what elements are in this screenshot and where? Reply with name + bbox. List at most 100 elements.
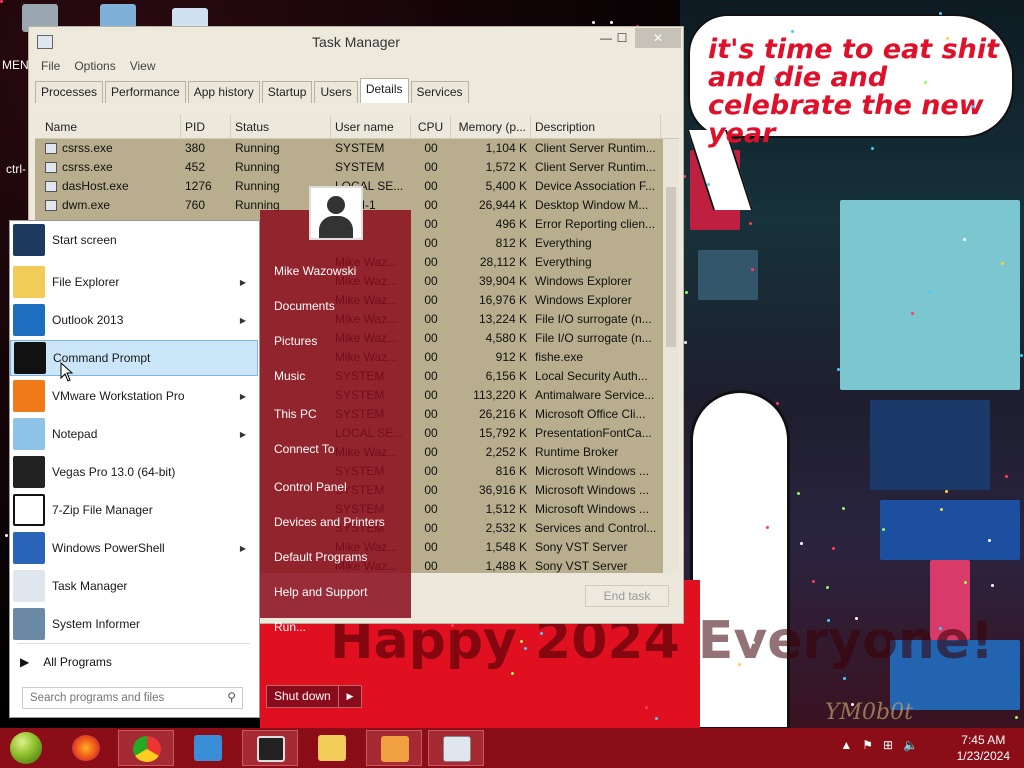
start-item-cmd[interactable]: Command Prompt (10, 340, 258, 376)
cell-description: Desktop Window M... (535, 198, 649, 212)
all-programs-button[interactable]: ▶ All Programs (20, 651, 112, 673)
link-help-support[interactable]: Help and Support (274, 585, 367, 599)
shutdown-options-arrow[interactable]: ▶ (339, 686, 361, 707)
menu-view[interactable]: View (123, 57, 163, 77)
col-description[interactable]: Description (531, 115, 661, 138)
tab-processes[interactable]: Processes (35, 81, 104, 103)
cell-cpu: 00 (424, 388, 438, 402)
cell-description: Microsoft Windows ... (535, 464, 650, 478)
cell-name: csrss.exe (35, 139, 181, 158)
shutdown-button[interactable]: Shut down (267, 686, 339, 707)
link-pictures[interactable]: Pictures (274, 334, 317, 348)
tab-services[interactable]: Services (410, 81, 469, 103)
link-devices-printers[interactable]: Devices and Printers (274, 515, 385, 529)
media-player-icon (194, 735, 222, 761)
folder-icon (13, 266, 45, 298)
vertical-scrollbar[interactable] (663, 139, 679, 573)
confetti-dot (737, 522, 741, 526)
start-item-start-screen[interactable]: Start screen (10, 222, 258, 258)
col-pid[interactable]: PID (181, 115, 231, 138)
billboard (880, 500, 1020, 560)
scrollbar-thumb[interactable] (666, 187, 676, 347)
link-control-panel[interactable]: Control Panel (274, 480, 347, 494)
start-item-system-informer[interactable]: System Informer (10, 606, 258, 642)
link-default-programs[interactable]: Default Programs (274, 550, 367, 564)
title-bar[interactable]: Task Manager — ☐ ✕ (29, 27, 683, 57)
tab-users[interactable]: Users (314, 81, 358, 103)
close-button[interactable]: ✕ (635, 28, 681, 48)
taskbar-media-player[interactable] (180, 730, 236, 766)
link-this-pc[interactable]: This PC (274, 407, 317, 421)
tab-performance[interactable]: Performance (105, 81, 186, 103)
user-name-link[interactable]: Mike Wazowski (274, 264, 356, 278)
tab-startup[interactable]: Startup (261, 81, 313, 103)
cell-cpu: 00 (424, 369, 438, 383)
confetti-dot (773, 77, 777, 81)
taskbar-vegas[interactable] (242, 730, 298, 766)
cell-cpu: 00 (424, 483, 438, 497)
submenu-arrow-icon[interactable]: ▶ (240, 316, 246, 325)
col-name[interactable]: Name (35, 115, 181, 138)
tab-app-history[interactable]: App history (187, 81, 260, 103)
col-user-name[interactable]: User name (331, 115, 411, 138)
link-documents[interactable]: Documents (274, 299, 335, 313)
table-row[interactable]: csrss.exe 380 Running SYSTEM 00 1,104 K Client… (35, 139, 679, 158)
powershell-icon (13, 532, 45, 564)
start-item-folder[interactable]: File Explorer ▶ (10, 264, 258, 300)
taskbar-task-manager[interactable] (428, 730, 484, 766)
cell-memory: 812 K (495, 236, 527, 250)
submenu-arrow-icon[interactable]: ▶ (240, 392, 246, 401)
all-programs-label: All Programs (43, 655, 112, 669)
col-status[interactable]: Status (231, 115, 331, 138)
start-item-7zip[interactable]: 7-Zip File Manager (10, 492, 258, 528)
confetti-dot (510, 671, 514, 675)
start-item-vegas[interactable]: Vegas Pro 13.0 (64-bit) (10, 454, 258, 490)
cell-cpu: 00 (424, 464, 438, 478)
maximize-button[interactable]: ☐ (607, 28, 637, 48)
link-run[interactable]: Run... (274, 620, 306, 634)
link-connect-to[interactable]: Connect To (274, 442, 335, 456)
start-menu-left-pane: Start screen File Explorer ▶ Outlook 2013 ▶ C… (9, 220, 260, 718)
start-item-label: File Explorer (52, 275, 120, 289)
taskbar-firefox[interactable] (58, 730, 114, 766)
billboard (698, 250, 758, 300)
clock[interactable]: 7:45 AM 1/23/2024 (957, 732, 1010, 764)
submenu-arrow-icon[interactable]: ▶ (240, 430, 246, 439)
show-hidden-icons-icon[interactable]: ▲ (840, 738, 852, 752)
start-search-input[interactable] (23, 688, 213, 708)
confetti-dot (827, 618, 831, 622)
avatar-head (327, 196, 345, 214)
start-search-box[interactable]: ⚲ (22, 687, 243, 709)
taskbar-chrome[interactable] (118, 730, 174, 766)
start-item-vmware[interactable]: VMware Workstation Pro ▶ (10, 378, 258, 414)
action-center-flag-icon[interactable]: ⚑ (862, 738, 873, 752)
table-row[interactable]: csrss.exe 452 Running SYSTEM 00 1,572 K Client… (35, 158, 679, 177)
col-memory[interactable]: Memory (p... (451, 115, 531, 138)
start-item-task-manager[interactable]: Task Manager (10, 568, 258, 604)
submenu-arrow-icon[interactable]: ▶ (240, 544, 246, 553)
cell-cpu: 00 (424, 331, 438, 345)
notepad-icon (13, 418, 45, 450)
link-music[interactable]: Music (274, 369, 305, 383)
taskbar-media-center[interactable] (366, 730, 422, 766)
taskbar-file-explorer[interactable] (304, 730, 360, 766)
start-item-outlook[interactable]: Outlook 2013 ▶ (10, 302, 258, 338)
menu-file[interactable]: File (34, 57, 67, 77)
submenu-arrow-icon[interactable]: ▶ (240, 278, 246, 287)
desktop-label-1: MEN (2, 58, 29, 72)
end-task-button[interactable]: End task (585, 585, 669, 607)
user-avatar[interactable] (309, 186, 363, 240)
start-item-label: 7-Zip File Manager (52, 503, 153, 517)
network-icon[interactable]: ⊞ (883, 738, 893, 752)
cell-status: Running (235, 160, 280, 174)
col-cpu[interactable]: CPU (411, 115, 451, 138)
cell-status: Running (235, 141, 280, 155)
menu-options[interactable]: Options (67, 57, 122, 77)
start-item-notepad[interactable]: Notepad ▶ (10, 416, 258, 452)
search-icon[interactable]: ⚲ (227, 690, 236, 704)
start-button[interactable] (10, 732, 42, 764)
start-item-powershell[interactable]: Windows PowerShell ▶ (10, 530, 258, 566)
volume-muted-icon[interactable]: 🔈 (903, 738, 918, 752)
cell-memory: 4,580 K (485, 331, 527, 345)
tab-details[interactable]: Details (359, 78, 409, 103)
